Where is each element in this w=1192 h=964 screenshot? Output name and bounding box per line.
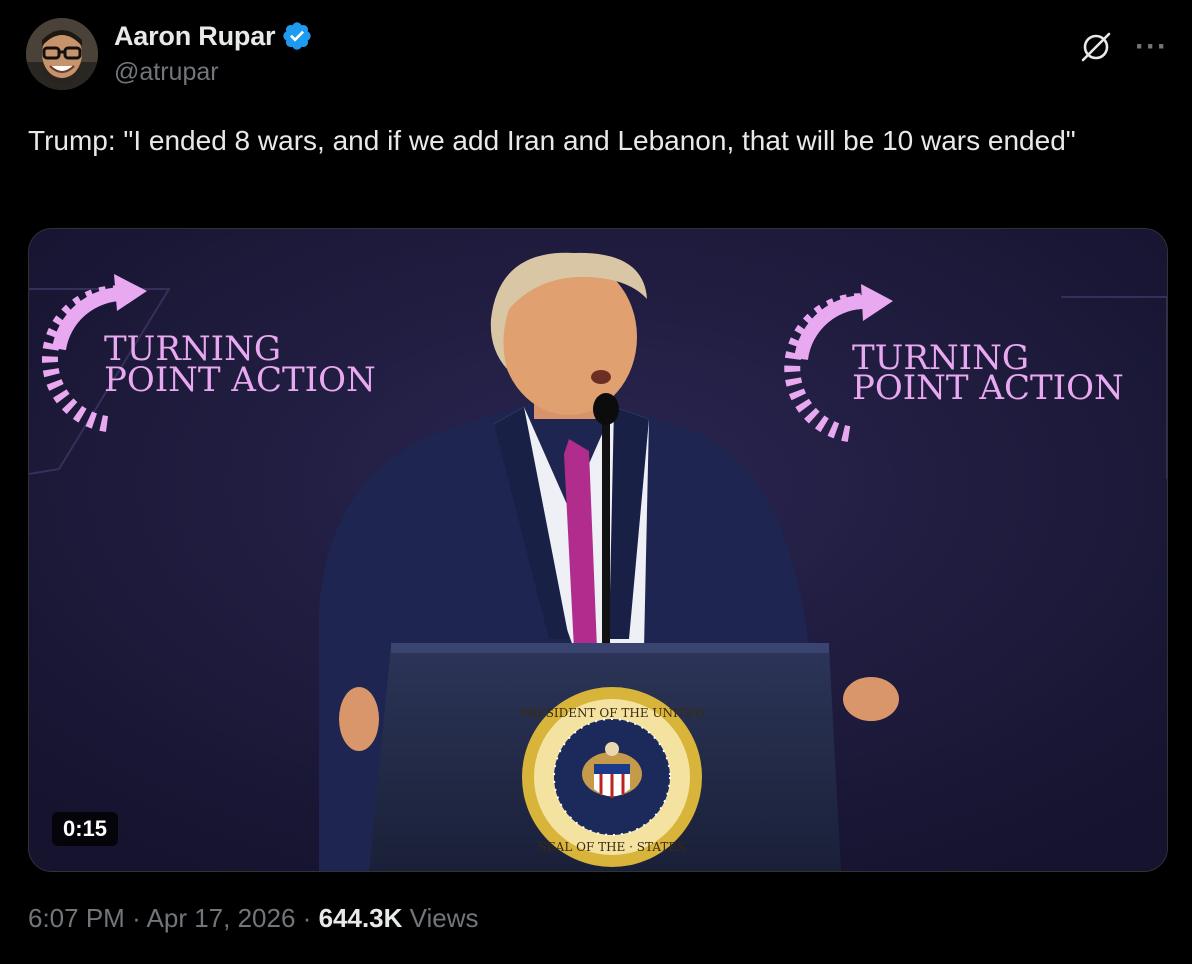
- video-duration-badge: 0:15: [52, 812, 119, 846]
- video-player[interactable]: TURNING POINT ACTION TURNING POINT ACTIO…: [28, 228, 1168, 872]
- grok-icon[interactable]: [1079, 30, 1113, 64]
- tweet-actions: ···: [1079, 30, 1168, 64]
- meta-separator: ·: [302, 903, 312, 933]
- author-handle[interactable]: @atrupar: [114, 58, 313, 87]
- banner-left-line2: POINT ACTION: [104, 360, 376, 400]
- presidential-seal: PRESIDENT OF THE UNITED SEAL OF THE · ST…: [520, 687, 704, 867]
- verified-badge-icon[interactable]: [281, 20, 313, 52]
- meta-separator: ·: [132, 903, 141, 933]
- video-frame: TURNING POINT ACTION TURNING POINT ACTIO…: [29, 229, 1167, 871]
- tweet-date[interactable]: Apr 17, 2026: [147, 903, 296, 933]
- tweet-author: Aaron Rupar @atrupar: [114, 20, 313, 87]
- avatar[interactable]: [26, 18, 98, 90]
- tweet-time[interactable]: 6:07 PM: [28, 903, 125, 933]
- tweet-text: Trump: "I ended 8 wars, and if we add Ir…: [28, 125, 1076, 156]
- views-count[interactable]: 644.3K: [319, 903, 403, 933]
- author-name[interactable]: Aaron Rupar: [114, 21, 276, 52]
- banner-right-line2: POINT ACTION: [852, 368, 1124, 408]
- views-label: Views: [409, 903, 479, 933]
- tweet-meta: 6:07 PM · Apr 17, 2026 · 644.3K Views: [28, 903, 479, 934]
- more-options-button[interactable]: ···: [1135, 32, 1168, 62]
- seal-text-top: PRESIDENT OF THE UNITED: [520, 706, 704, 720]
- seal-text-bottom: SEAL OF THE · STATES: [539, 840, 686, 854]
- avatar-image: [26, 18, 98, 90]
